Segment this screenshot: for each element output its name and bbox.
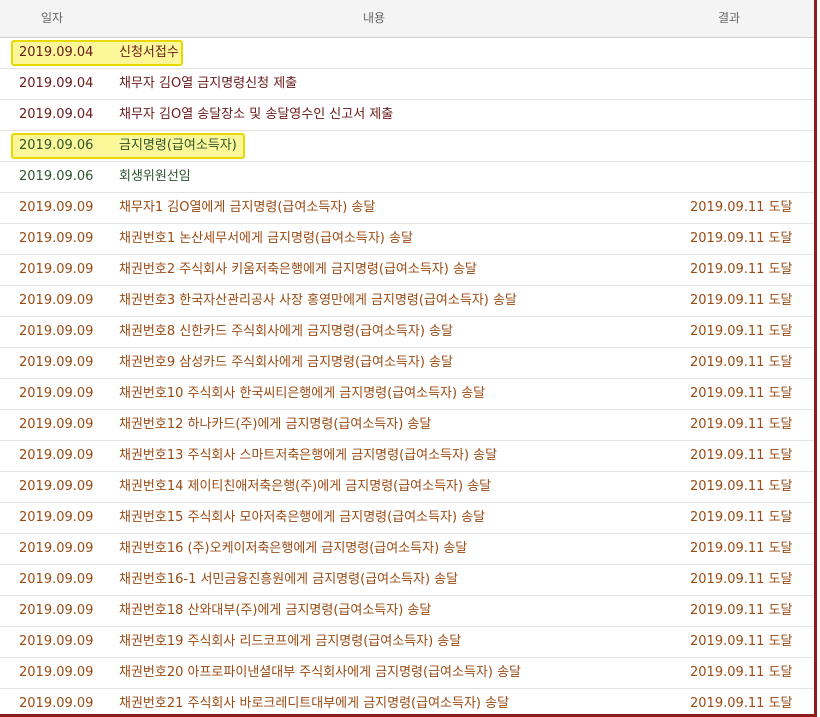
row-date: 2019.09.09 — [19, 262, 94, 277]
table-body: 2019.09.04 신청서접수 2019.09.04 채무자 김O열 금지명령… — [0, 38, 814, 714]
row-date: 2019.09.09 — [19, 479, 94, 494]
row-content: 채권번호16 (주)오케이저축은행에게 금지명령(급여소득자) 송달 — [119, 541, 468, 556]
header-result: 결과 — [717, 11, 741, 25]
row-date: 2019.09.09 — [19, 665, 94, 680]
table-row: 2019.09.09 채권번호15 주식회사 모아저축은행에게 금지명령(급여소… — [0, 503, 814, 534]
row-content: 채권번호9 삼성카드 주식회사에게 금지명령(급여소득자) 송달 — [119, 355, 453, 370]
row-content: 채무자1 김O열에게 금지명령(급여소득자) 송달 — [119, 200, 376, 215]
table-header: 일자 내용 결과 — [0, 0, 814, 38]
row-result: 2019.09.11 도달 — [690, 417, 793, 432]
row-date: 2019.09.09 — [19, 603, 94, 618]
row-result: 2019.09.11 도달 — [690, 262, 793, 277]
row-content: 신청서접수 — [119, 45, 179, 60]
row-content: 채권번호8 신한카드 주식회사에게 금지명령(급여소득자) 송달 — [119, 324, 453, 339]
table-row: 2019.09.04 신청서접수 — [0, 38, 814, 69]
row-content: 채권번호3 한국자산관리공사 사장 홍영만에게 금지명령(급여소득자) 송달 — [119, 293, 517, 308]
row-date: 2019.09.09 — [19, 417, 94, 432]
table-row: 2019.09.09 채권번호13 주식회사 스마트저축은행에게 금지명령(급여… — [0, 441, 814, 472]
table-row: 2019.09.09 채권번호9 삼성카드 주식회사에게 금지명령(급여소득자)… — [0, 348, 814, 379]
row-result: 2019.09.11 도달 — [690, 324, 793, 339]
row-result: 2019.09.11 도달 — [690, 541, 793, 556]
row-date: 2019.09.09 — [19, 293, 94, 308]
row-date: 2019.09.09 — [19, 231, 94, 246]
row-content: 금지명령(급여소득자) — [119, 138, 237, 153]
row-result: 2019.09.11 도달 — [690, 603, 793, 618]
row-date: 2019.09.09 — [19, 634, 94, 649]
table-row: 2019.09.09 채권번호21 주식회사 바로크레디트대부에게 금지명령(급… — [0, 689, 814, 714]
table-row: 2019.09.09 채권번호18 산와대부(주)에게 금지명령(급여소득자) … — [0, 596, 814, 627]
row-date: 2019.09.09 — [19, 355, 94, 370]
row-result: 2019.09.11 도달 — [690, 231, 793, 246]
row-date: 2019.09.04 — [19, 45, 94, 60]
table-row: 2019.09.09 채권번호19 주식회사 리드코프에게 금지명령(급여소득자… — [0, 627, 814, 658]
row-date: 2019.09.09 — [19, 572, 94, 587]
row-result: 2019.09.11 도달 — [690, 634, 793, 649]
row-result: 2019.09.11 도달 — [690, 510, 793, 525]
row-date: 2019.09.06 — [19, 138, 94, 153]
row-content: 채권번호20 아프로파이낸셜대부 주식회사에게 금지명령(급여소득자) 송달 — [119, 665, 522, 680]
row-content: 채권번호2 주식회사 키움저축은행에게 금지명령(급여소득자) 송달 — [119, 262, 477, 277]
table-row: 2019.09.09 채권번호8 신한카드 주식회사에게 금지명령(급여소득자)… — [0, 317, 814, 348]
row-content: 채권번호1 논산세무서에게 금지명령(급여소득자) 송달 — [119, 231, 413, 246]
row-content: 채권번호14 제이티친애저축은행(주)에게 금지명령(급여소득자) 송달 — [119, 479, 492, 494]
row-content: 채권번호16-1 서민금융진흥원에게 금지명령(급여소득자) 송달 — [119, 572, 459, 587]
table-row: 2019.09.09 채권번호20 아프로파이낸셜대부 주식회사에게 금지명령(… — [0, 658, 814, 689]
row-result: 2019.09.11 도달 — [690, 448, 793, 463]
table-row: 2019.09.04 채무자 김O열 금지명령신청 제출 — [0, 69, 814, 100]
row-date: 2019.09.09 — [19, 510, 94, 525]
table-row: 2019.09.09 채권번호12 하나카드(주)에게 금지명령(급여소득자) … — [0, 410, 814, 441]
header-date: 일자 — [40, 11, 64, 25]
row-content: 채무자 김O열 금지명령신청 제출 — [119, 76, 298, 91]
table-row: 2019.09.09 채권번호14 제이티친애저축은행(주)에게 금지명령(급여… — [0, 472, 814, 503]
case-progress-table: 일자 내용 결과 2019.09.04 신청서접수 2019.09.04 채무자… — [0, 0, 817, 717]
table-row: 2019.09.09 채권번호10 주식회사 한국씨티은행에게 금지명령(급여소… — [0, 379, 814, 410]
row-content: 채권번호15 주식회사 모아저축은행에게 금지명령(급여소득자) 송달 — [119, 510, 486, 525]
row-content: 채권번호12 하나카드(주)에게 금지명령(급여소득자) 송달 — [119, 417, 432, 432]
row-date: 2019.09.04 — [19, 76, 94, 91]
table-row: 2019.09.09 채권번호16 (주)오케이저축은행에게 금지명령(급여소득… — [0, 534, 814, 565]
row-result: 2019.09.11 도달 — [690, 355, 793, 370]
row-date: 2019.09.04 — [19, 107, 94, 122]
row-date: 2019.09.09 — [19, 386, 94, 401]
table-row: 2019.09.06 금지명령(급여소득자) — [0, 131, 814, 162]
row-result: 2019.09.11 도달 — [690, 293, 793, 308]
table-row: 2019.09.09 채권번호2 주식회사 키움저축은행에게 금지명령(급여소득… — [0, 255, 814, 286]
row-content: 채권번호10 주식회사 한국씨티은행에게 금지명령(급여소득자) 송달 — [119, 386, 486, 401]
row-date: 2019.09.09 — [19, 541, 94, 556]
row-content: 채무자 김O열 송달장소 및 송달영수인 신고서 제출 — [119, 107, 394, 122]
row-date: 2019.09.09 — [19, 200, 94, 215]
row-content: 채권번호13 주식회사 스마트저축은행에게 금지명령(급여소득자) 송달 — [119, 448, 498, 463]
table-row: 2019.09.09 채권번호16-1 서민금융진흥원에게 금지명령(급여소득자… — [0, 565, 814, 596]
row-date: 2019.09.09 — [19, 696, 94, 711]
table-row: 2019.09.09 채무자1 김O열에게 금지명령(급여소득자) 송달 201… — [0, 193, 814, 224]
row-result: 2019.09.11 도달 — [690, 479, 793, 494]
row-result: 2019.09.11 도달 — [690, 665, 793, 680]
table-row: 2019.09.09 채권번호1 논산세무서에게 금지명령(급여소득자) 송달 … — [0, 224, 814, 255]
row-date: 2019.09.06 — [19, 169, 94, 184]
row-result: 2019.09.11 도달 — [690, 572, 793, 587]
row-content: 채권번호18 산와대부(주)에게 금지명령(급여소득자) 송달 — [119, 603, 432, 618]
row-content: 회생위원선임 — [119, 169, 191, 184]
row-result: 2019.09.11 도달 — [690, 386, 793, 401]
row-content: 채권번호21 주식회사 바로크레디트대부에게 금지명령(급여소득자) 송달 — [119, 696, 510, 711]
row-date: 2019.09.09 — [19, 324, 94, 339]
row-content: 채권번호19 주식회사 리드코프에게 금지명령(급여소득자) 송달 — [119, 634, 462, 649]
row-date: 2019.09.09 — [19, 448, 94, 463]
table-row: 2019.09.06 회생위원선임 — [0, 162, 814, 193]
table-row: 2019.09.09 채권번호3 한국자산관리공사 사장 홍영만에게 금지명령(… — [0, 286, 814, 317]
table-row: 2019.09.04 채무자 김O열 송달장소 및 송달영수인 신고서 제출 — [0, 100, 814, 131]
row-result: 2019.09.11 도달 — [690, 696, 793, 711]
header-content: 내용 — [362, 11, 386, 25]
row-result: 2019.09.11 도달 — [690, 200, 793, 215]
